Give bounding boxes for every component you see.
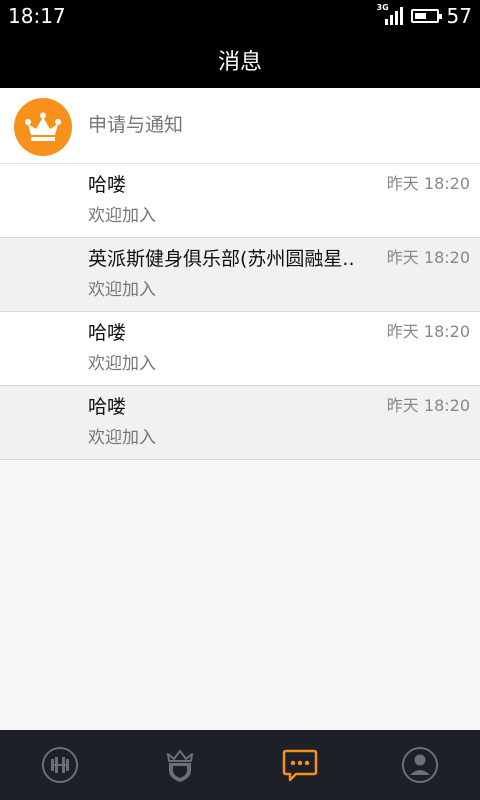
message-time: 昨天 18:20 [386,396,470,415]
message-preview: 欢迎加入 [88,354,156,374]
message-list: 申请与通知 哈喽 昨天 18:20 欢迎加入 英派斯健身俱乐部(苏州圆融星.. … [0,88,480,730]
battery-level: 57 [446,4,472,28]
message-time: 昨天 18:20 [386,174,470,193]
battery-icon [410,9,442,23]
message-sender: 哈喽 [88,174,127,196]
message-item[interactable]: 英派斯健身俱乐部(苏州圆融星.. 昨天 18:20 欢迎加入 [0,238,480,312]
app-header: 消息 [0,32,480,88]
tab-bar [0,730,480,800]
message-item[interactable]: 哈喽 昨天 18:20 欢迎加入 [0,386,480,460]
message-sender: 英派斯健身俱乐部(苏州圆融星.. [88,248,355,270]
tab-workout[interactable] [0,730,120,800]
tab-messages[interactable] [240,730,360,800]
message-sender: 哈喽 [88,322,127,344]
page-title: 消息 [217,50,262,75]
message-time: 昨天 18:20 [386,248,470,267]
profile-icon [402,747,438,783]
status-bar: 18:17 3G 57 [0,0,480,32]
message-item[interactable]: 哈喽 昨天 18:20 欢迎加入 [0,164,480,238]
chat-bubble-icon [282,749,318,782]
battery-fill [414,13,426,19]
message-preview: 欢迎加入 [88,280,156,300]
tab-club[interactable] [120,730,240,800]
message-sender: 哈喽 [88,396,127,418]
shield-crown-icon [167,750,193,782]
message-preview: 欢迎加入 [88,428,156,448]
message-item[interactable]: 哈喽 昨天 18:20 欢迎加入 [0,312,480,386]
crown-icon [14,98,72,156]
dumbbell-icon [42,747,78,783]
message-preview: 欢迎加入 [88,206,156,226]
notification-label: 申请与通知 [88,114,184,136]
message-time: 昨天 18:20 [386,322,470,341]
status-indicators: 3G 57 [377,3,472,29]
status-time: 18:17 [8,4,66,28]
notification-entry[interactable]: 申请与通知 [0,88,480,164]
tab-profile[interactable] [360,730,480,800]
signal-icon: 3G [377,3,403,27]
